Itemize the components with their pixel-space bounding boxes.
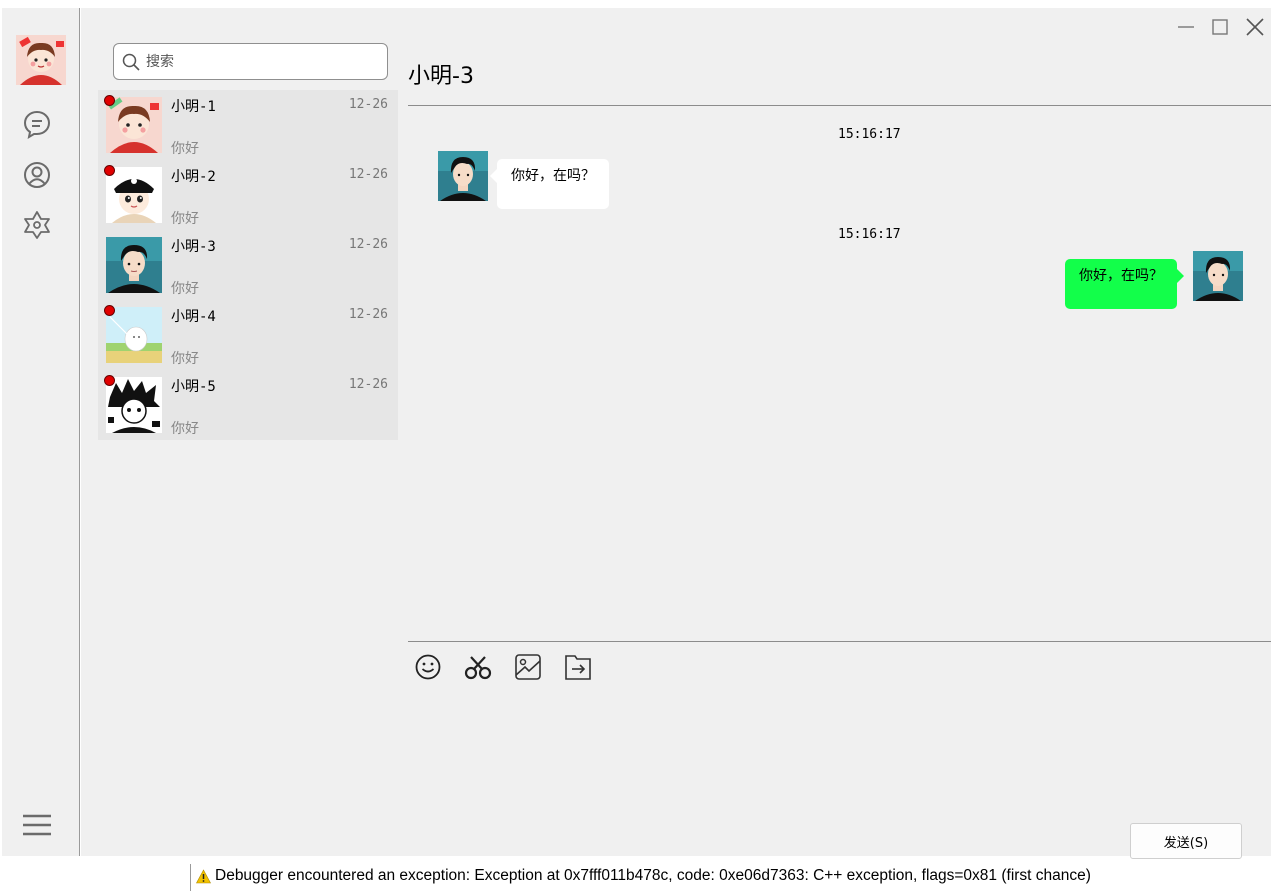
scissors-icon[interactable] — [463, 652, 493, 682]
nav-rail — [2, 8, 80, 856]
session-name: 小明-1 — [171, 99, 216, 115]
unread-dot — [104, 305, 115, 316]
chat-panel: 小明-3 15:16:17 你好，在吗？ 15:16:17 你好，在吗？ 发送(… — [408, 8, 1271, 859]
session-item[interactable]: 小明-5 12-26 你好 — [98, 370, 398, 440]
debugger-message: Debugger encountered an exception: Excep… — [215, 867, 1091, 884]
session-preview: 你好 — [171, 281, 199, 297]
session-list-panel: 小明-1 12-26 你好 小明-2 12-26 你好 小明-3 12 — [81, 8, 408, 856]
contact-avatar — [106, 237, 162, 293]
discover-icon[interactable] — [21, 209, 53, 241]
contact-avatar — [106, 307, 162, 363]
message-time: 15:16:17 — [838, 227, 901, 242]
session-date: 12-26 — [348, 377, 388, 392]
message-input[interactable] — [408, 688, 1271, 818]
message-bubble-incoming[interactable]: 你好，在吗？ — [490, 159, 609, 209]
contact-avatar — [106, 97, 162, 153]
self-avatar[interactable] — [1193, 251, 1243, 301]
minimize-icon[interactable] — [1175, 16, 1197, 38]
session-date: 12-26 — [348, 307, 388, 322]
search-icon — [122, 53, 140, 71]
message-time: 15:16:17 — [838, 127, 901, 142]
debugger-output: Debugger encountered an exception: Excep… — [190, 864, 1271, 891]
session-name: 小明-4 — [171, 309, 216, 325]
send-button[interactable]: 发送(S) — [1130, 823, 1242, 859]
session-preview: 你好 — [171, 211, 199, 227]
sender-avatar[interactable] — [438, 151, 488, 201]
contact-avatar — [106, 377, 162, 433]
session-list: 小明-1 12-26 你好 小明-2 12-26 你好 小明-3 12-26 你… — [98, 90, 398, 440]
maximize-icon[interactable] — [1209, 16, 1231, 38]
divider — [408, 105, 1271, 106]
menu-icon[interactable] — [20, 808, 54, 842]
chat-title: 小明-3 — [408, 64, 474, 89]
session-preview: 你好 — [171, 141, 199, 157]
session-date: 12-26 — [348, 97, 388, 112]
image-icon[interactable] — [513, 652, 543, 682]
my-avatar[interactable] — [16, 35, 66, 85]
message-bubble-outgoing[interactable]: 你好，在吗？ — [1065, 259, 1184, 309]
session-item-active[interactable]: 小明-3 12-26 你好 — [98, 230, 398, 300]
file-send-icon[interactable] — [563, 652, 593, 682]
session-date: 12-26 — [348, 237, 388, 252]
session-preview: 你好 — [171, 351, 199, 367]
search-box[interactable] — [113, 43, 388, 80]
unread-dot — [104, 165, 115, 176]
unread-dot — [104, 95, 115, 106]
chat-app-window: 小明-1 12-26 你好 小明-2 12-26 你好 小明-3 12 — [0, 0, 1271, 891]
session-name: 小明-3 — [171, 239, 216, 255]
contact-avatar — [106, 167, 162, 223]
session-name: 小明-5 — [171, 379, 216, 395]
session-date: 12-26 — [348, 167, 388, 182]
close-icon[interactable] — [1244, 16, 1266, 38]
search-input[interactable] — [146, 50, 376, 74]
unread-dot — [104, 375, 115, 386]
session-item[interactable]: 小明-4 12-26 你好 — [98, 300, 398, 370]
session-item[interactable]: 小明-1 12-26 你好 — [98, 90, 398, 160]
divider — [408, 641, 1271, 642]
session-name: 小明-2 — [171, 169, 216, 185]
emoji-icon[interactable] — [413, 652, 443, 682]
session-preview: 你好 — [171, 421, 199, 437]
session-item[interactable]: 小明-2 12-26 你好 — [98, 160, 398, 230]
warning-icon — [196, 869, 211, 884]
chat-bubble-icon[interactable] — [21, 108, 53, 140]
contacts-icon[interactable] — [21, 159, 53, 191]
